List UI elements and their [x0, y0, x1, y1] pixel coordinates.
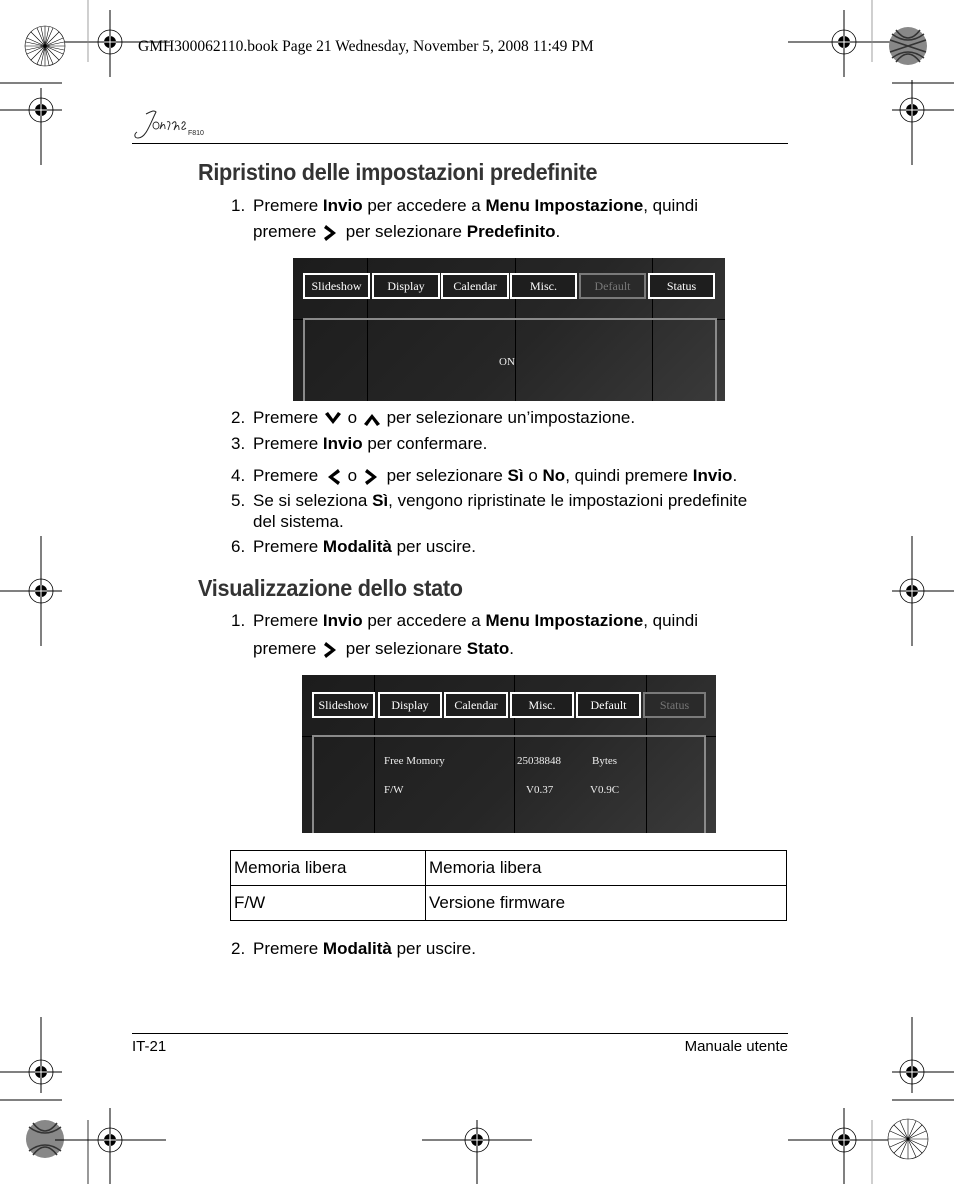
- left-arrow-icon: [327, 468, 340, 485]
- header-rule: [132, 143, 788, 144]
- registration-mark: [0, 88, 62, 165]
- device-screen-default: Slideshow Display Calendar Misc. Default…: [293, 258, 725, 401]
- down-arrow-icon: [324, 411, 341, 424]
- footer-title: Manuale utente: [684, 1038, 788, 1055]
- screen-tab-misc[interactable]: Misc.: [510, 692, 574, 718]
- status-label-fw: F/W: [384, 784, 404, 796]
- step-2: 2. Premere o per selezionare un’impostazi…: [231, 408, 636, 427]
- status-step-2: 2. Premere Modalità per uscire.: [231, 939, 476, 958]
- table-cell: Versione firmware: [425, 885, 787, 921]
- registration-mark: [892, 1017, 954, 1093]
- step-4: 4. Premere o per selezionare Sì o No, qui…: [231, 466, 738, 485]
- registration-mark: [788, 10, 900, 77]
- screen-tab-slideshow[interactable]: Slideshow: [303, 273, 370, 299]
- right-arrow-icon: [324, 641, 337, 658]
- table-cell: Memoria libera: [230, 850, 426, 886]
- step-1: 1. Premere Invio per accedere a Menu Impo…: [231, 196, 699, 215]
- status-label-free-memory: Free Momory: [384, 755, 445, 767]
- page-number: IT-21: [132, 1038, 167, 1055]
- star-target-icon: [24, 25, 66, 67]
- print-slug: GMH300062110.book Page 21 Wednesday, Nov…: [138, 38, 594, 55]
- device-screen-status: Slideshow Display Calendar Misc. Default…: [302, 675, 716, 833]
- registration-mark: [892, 536, 954, 646]
- status-unit-bytes: Bytes: [592, 755, 618, 767]
- status-value-fw: V0.37: [526, 784, 554, 796]
- screen-panel: [312, 735, 706, 833]
- right-arrow-icon: [364, 468, 377, 485]
- screen-tab-display[interactable]: Display: [378, 692, 442, 718]
- right-arrow-icon: [324, 224, 337, 241]
- screen-tab-default-selected[interactable]: Default: [579, 273, 646, 299]
- step-5-line2: del sistema.: [253, 512, 344, 531]
- footer-rule: [132, 1033, 788, 1034]
- status-value-fw-secondary: V0.9C: [590, 784, 620, 796]
- screen-tab-default[interactable]: Default: [576, 692, 641, 718]
- registration-mark: [788, 1108, 900, 1184]
- table-cell: Memoria libera: [425, 850, 787, 886]
- screen-tab-misc[interactable]: Misc.: [510, 273, 577, 299]
- screen-tab-calendar[interactable]: Calendar: [444, 692, 508, 718]
- step-3: 3. Premere Invio per confermare.: [231, 434, 488, 453]
- registration-mark: [0, 536, 62, 646]
- registration-mark: [892, 80, 954, 165]
- step-1-line2: premere per selezionare Predefinito.: [253, 222, 561, 241]
- table-cell: F/W: [230, 885, 426, 921]
- screen-tab-status[interactable]: Status: [648, 273, 715, 299]
- up-arrow-icon: [363, 413, 380, 426]
- screen-tab-display[interactable]: Display: [372, 273, 440, 299]
- status-step-1: 1. Premere Invio per accedere a Menu Impo…: [231, 611, 699, 630]
- table-row: F/W Versione firmware: [230, 885, 787, 921]
- section-title-restore-defaults: Ripristino delle impostazioni predefinit…: [198, 159, 598, 185]
- screen-tab-calendar[interactable]: Calendar: [441, 273, 509, 299]
- status-legend-table: Memoria libera Memoria libera F/W Versio…: [230, 850, 787, 921]
- moire-target-icon: [889, 27, 927, 65]
- registration-mark: [422, 1120, 532, 1184]
- screen-value-on: ON: [499, 356, 515, 368]
- step-5: 5. Se si seleziona Sì, vengono ripristina…: [231, 491, 748, 510]
- model-label: F810: [188, 130, 204, 137]
- step-6: 6. Premere Modalità per uscire.: [231, 537, 476, 556]
- star-target-icon: [887, 1118, 929, 1160]
- registration-mark: [55, 1108, 166, 1184]
- table-row: Memoria libera Memoria libera: [230, 850, 787, 886]
- section-title-status: Visualizzazione dello stato: [198, 575, 463, 601]
- screen-tab-slideshow[interactable]: Slideshow: [312, 692, 375, 718]
- registration-mark: [0, 1017, 62, 1093]
- status-value-free-memory: 25038848: [517, 755, 561, 767]
- screen-tab-status-selected[interactable]: Status: [643, 692, 706, 718]
- moire-target-icon: [26, 1120, 64, 1158]
- status-step-1-line2: premere per selezionare Stato.: [253, 639, 514, 658]
